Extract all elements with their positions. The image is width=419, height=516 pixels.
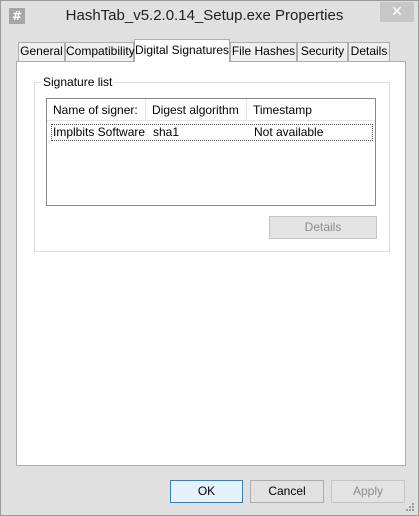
resize-grip-icon[interactable]	[405, 502, 415, 512]
cell-timestamp: Not available	[254, 125, 324, 139]
tab-compatibility[interactable]: Compatibility	[65, 42, 135, 61]
close-button[interactable]: ✕	[380, 2, 414, 22]
listview-header: Name of signer: Digest algorithm Timesta…	[47, 99, 375, 121]
cell-digest: sha1	[153, 125, 180, 139]
cancel-button[interactable]: Cancel	[250, 480, 324, 503]
cell-signer: Implbits Software,...	[53, 125, 146, 139]
tab-security[interactable]: Security	[297, 42, 348, 61]
digital-signatures-panel: Signature list Name of signer: Digest al…	[16, 61, 406, 466]
signature-list-label: Signature list	[41, 75, 115, 89]
window-title: HashTab_v5.2.0.14_Setup.exe Properties	[65, 7, 344, 24]
table-row[interactable]: Implbits Software,... sha1 Not available	[51, 124, 373, 141]
close-icon: ✕	[391, 4, 403, 20]
column-header-timestamp[interactable]: Timestamp	[247, 99, 375, 121]
tab-strip: General Compatibility Digital Signatures…	[16, 39, 406, 62]
tab-general[interactable]: General	[18, 42, 65, 61]
title-bar[interactable]: # HashTab_v5.2.0.14_Setup.exe Properties…	[1, 1, 418, 31]
properties-window: # HashTab_v5.2.0.14_Setup.exe Properties…	[0, 0, 419, 516]
column-header-signer[interactable]: Name of signer:	[47, 99, 146, 121]
apply-button[interactable]: Apply	[331, 480, 405, 503]
signature-listview[interactable]: Name of signer: Digest algorithm Timesta…	[46, 98, 376, 206]
hash-app-icon[interactable]: #	[9, 8, 25, 24]
tab-details[interactable]: Details	[348, 42, 390, 61]
signature-list-group: Signature list Name of signer: Digest al…	[34, 75, 390, 252]
tab-file-hashes[interactable]: File Hashes	[230, 42, 297, 61]
details-button[interactable]: Details	[269, 216, 377, 239]
tab-digital-signatures[interactable]: Digital Signatures	[134, 39, 230, 62]
ok-button[interactable]: OK	[170, 480, 243, 503]
column-header-digest[interactable]: Digest algorithm	[146, 99, 247, 121]
